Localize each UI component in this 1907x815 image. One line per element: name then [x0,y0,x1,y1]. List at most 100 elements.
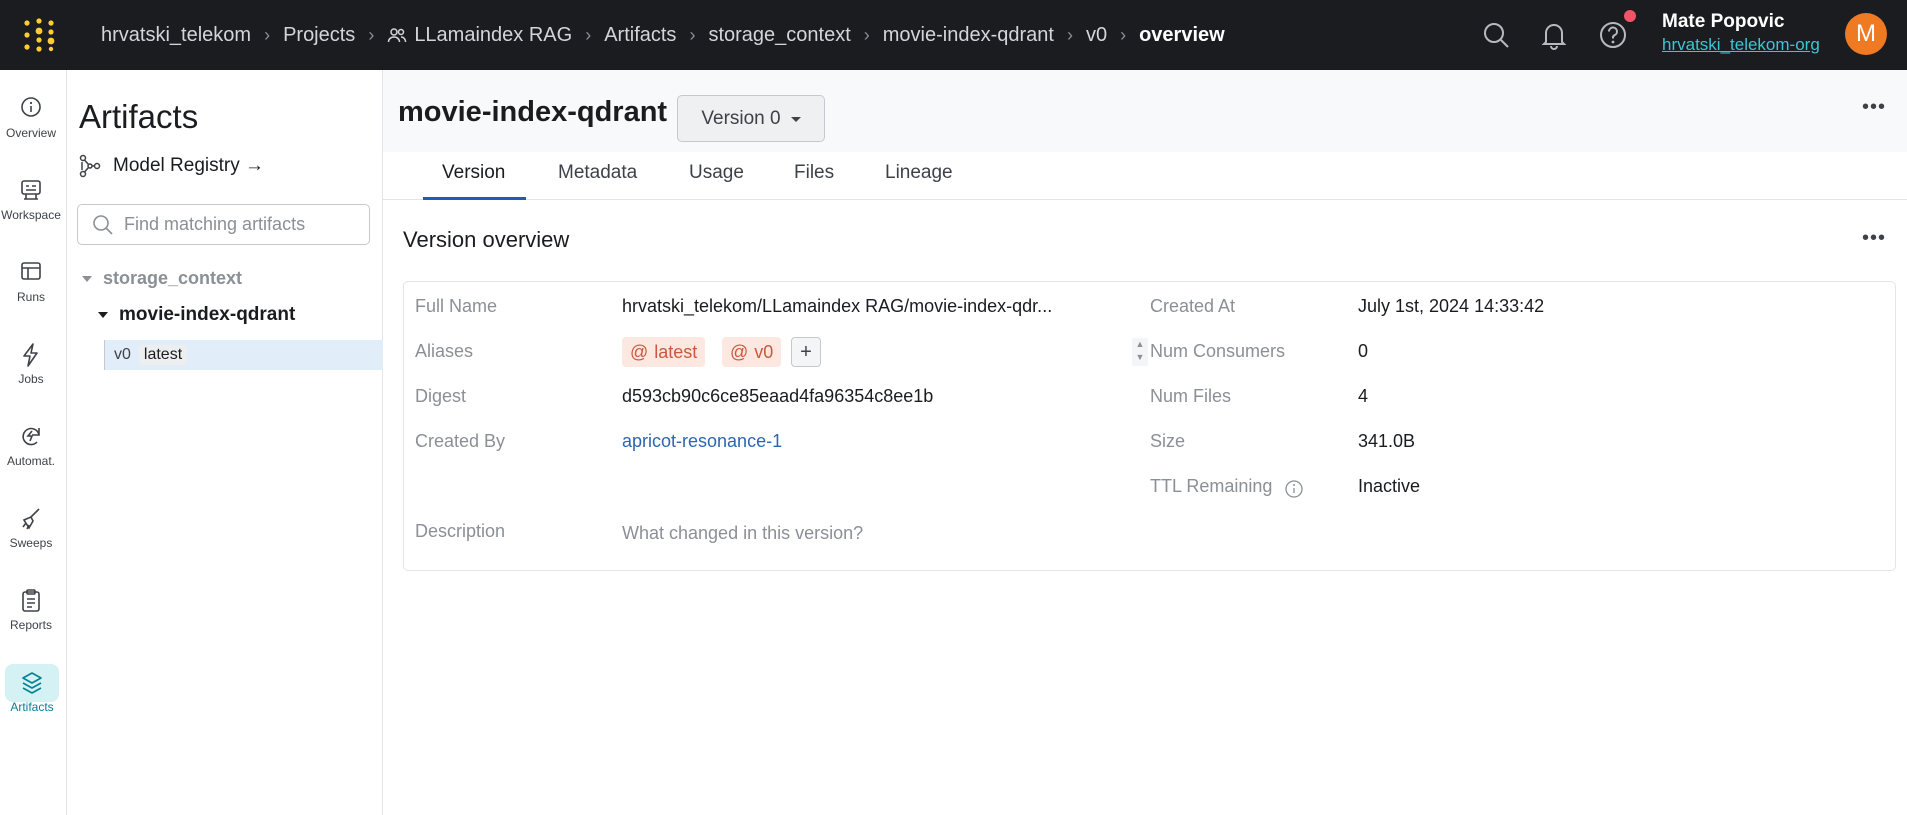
description-label: Description [415,521,506,541]
created-at-value: July 1st, 2024 14:33:42 [1358,296,1545,316]
section-title: Version overview [403,227,570,252]
tree-version-alias: latest [138,345,188,365]
breadcrumb: hrvatski_telekom › Projects › LLamaindex… [101,0,1225,70]
breadcrumb-current: overview [1139,23,1225,46]
add-alias-button[interactable]: + [791,337,821,367]
num-files-label: Num Files [1150,386,1232,406]
tab-usage[interactable]: Usage [689,162,744,184]
nav-overview[interactable]: Overview [0,96,62,156]
digest-label: Digest [415,386,467,406]
nav-label: Jobs [18,372,44,386]
tab-files[interactable]: Files [794,162,834,184]
created-by-link[interactable]: apricot-resonance-1 [622,431,782,452]
artifact-search [77,204,370,245]
model-registry-link[interactable]: Model Registry → [79,154,264,178]
bell-icon[interactable] [1537,18,1571,52]
user-menu[interactable]: Mate Popovic hrvatski_telekom-org [1662,10,1820,56]
tab-metadata[interactable]: Metadata [558,162,637,184]
num-consumers-value: 0 [1358,341,1369,361]
tree-type-label: storage_context [103,268,243,288]
model-registry-label: Model Registry → [113,155,264,176]
search-icon [93,214,113,235]
nav-label: Sweeps [9,536,53,550]
full-name-label: Full Name [415,296,498,316]
at-icon: @ [630,341,649,362]
artifact-header: movie-index-qdrant Version 0 ••• [383,70,1907,152]
nav-automations[interactable]: Automat. [0,424,62,484]
version-overview-card: Full Name hrvatski_telekom/LLamaindex RA… [403,281,1896,571]
breadcrumb-artifact-type[interactable]: storage_context [708,24,850,47]
nav-label: Workspace [1,208,61,222]
team-icon [388,28,407,43]
chevron-right-icon: › [368,24,375,45]
caret-down-icon [98,312,108,318]
alias-text: v0 [754,341,774,362]
nav-label: Runs [16,290,45,304]
tab-version[interactable]: Version [442,162,505,184]
tab-lineage[interactable]: Lineage [885,162,953,184]
section-more-icon[interactable]: ••• [1862,227,1886,250]
version-select-label: Version 0 [701,107,781,129]
ttl-label: TTL Remaining [1150,476,1273,496]
nav-sweeps[interactable]: Sweeps [0,506,62,566]
chevron-right-icon: › [1066,24,1073,45]
user-name: Mate Popovic [1662,11,1785,32]
nav-jobs[interactable]: Jobs [0,342,62,402]
at-icon: @ [730,341,749,362]
breadcrumb-project[interactable]: LLamaindex RAG [387,24,572,47]
wandb-logo-icon[interactable] [22,17,56,53]
breadcrumb-entity[interactable]: hrvatski_telekom [101,24,251,47]
alias-tag-v0[interactable]: @ v0 [722,337,782,367]
alias-text: latest [654,341,698,362]
left-nav: Overview Workspace Runs Jobs Automat. Sw… [0,70,67,815]
breadcrumb-artifact[interactable]: movie-index-qdrant [883,24,1054,47]
aliases-label: Aliases [415,341,474,361]
tree-version-number: v0 [114,346,131,363]
more-options-icon[interactable]: ••• [1862,96,1886,119]
user-org-link[interactable]: hrvatski_telekom-org [1662,34,1820,56]
notification-badge [1624,10,1636,22]
size-label: Size [1150,431,1186,451]
size-value: 341.0B [1358,431,1416,451]
chevron-right-icon: › [863,24,870,45]
avatar[interactable]: M [1845,13,1887,55]
info-icon[interactable] [1284,479,1304,499]
tree-collection-label: movie-index-qdrant [119,304,296,325]
lightning-icon [23,343,38,367]
breadcrumb-artifacts[interactable]: Artifacts [604,24,676,47]
version-select[interactable]: Version 0 [677,95,825,142]
nav-workspace[interactable]: Workspace [0,178,62,238]
num-files-value: 4 [1358,386,1369,406]
search-input[interactable] [124,214,354,235]
chevron-right-icon: › [264,24,271,45]
caret-down-icon: ▼ [1135,352,1145,362]
created-at-label: Created At [1150,296,1236,316]
sidebar-title: Artifacts [79,98,199,135]
nav-label: Reports [9,618,53,632]
nav-runs[interactable]: Runs [0,260,62,320]
info-icon [21,97,41,117]
nav-label: Artifacts [10,700,54,714]
help-icon[interactable] [1596,18,1630,52]
chevron-right-icon: › [689,24,696,45]
breadcrumb-project-label: LLamaindex RAG [414,23,573,46]
workspace-icon [21,180,41,200]
breadcrumb-version[interactable]: v0 [1086,24,1107,47]
table-icon [21,262,41,280]
nav-reports[interactable]: Reports [0,588,62,648]
full-name-value[interactable]: hrvatski_telekom/LLamaindex RAG/movie-in… [622,296,1052,317]
breadcrumb-projects[interactable]: Projects [283,24,355,47]
search-icon[interactable] [1479,18,1513,52]
broom-icon [22,508,40,530]
page-title: movie-index-qdrant [398,96,668,128]
tree-collection-node[interactable]: movie-index-qdrant [97,304,295,326]
nav-artifacts[interactable]: Artifacts [5,664,59,730]
top-bar: hrvatski_telekom › Projects › LLamaindex… [0,0,1907,70]
resize-handle[interactable]: ▲ ▼ [1132,338,1148,366]
description-field[interactable]: What changed in this version? [622,523,863,544]
nav-label: Overview [5,126,56,140]
tree-version-node[interactable]: v0 latest [104,340,383,370]
tree-type-node[interactable]: storage_context [81,268,242,289]
caret-up-icon: ▲ [1135,339,1145,349]
alias-tag-latest[interactable]: @ latest [622,337,706,367]
